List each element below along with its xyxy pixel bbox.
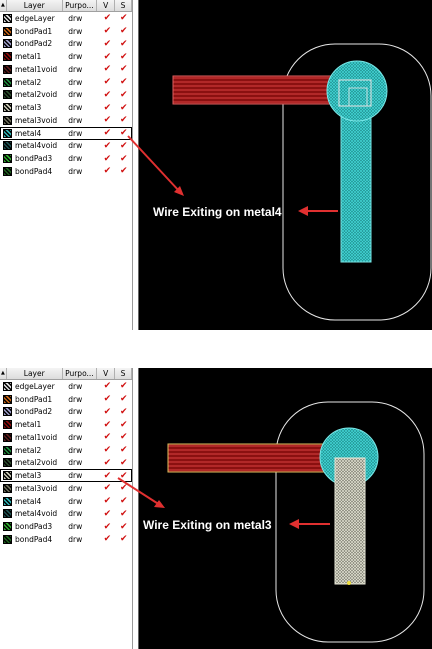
annotation-label: Wire Exiting on metal3 bbox=[143, 518, 272, 532]
layout-view-panel-1: ▲ Layer Purpo... V S edgeLayer drw ✔ ✔ bondP… bbox=[0, 0, 432, 330]
annotation-arrows bbox=[127, 135, 338, 216]
layout-view-panel-2: ▲ Layer Purpo... V S edgeLayer drw ✔ ✔ bondP… bbox=[0, 368, 432, 649]
annotation-label: Wire Exiting on metal4 bbox=[153, 205, 282, 219]
arrow-head bbox=[298, 206, 308, 216]
annotation-arrows bbox=[117, 477, 330, 529]
arrow-head bbox=[289, 519, 299, 529]
